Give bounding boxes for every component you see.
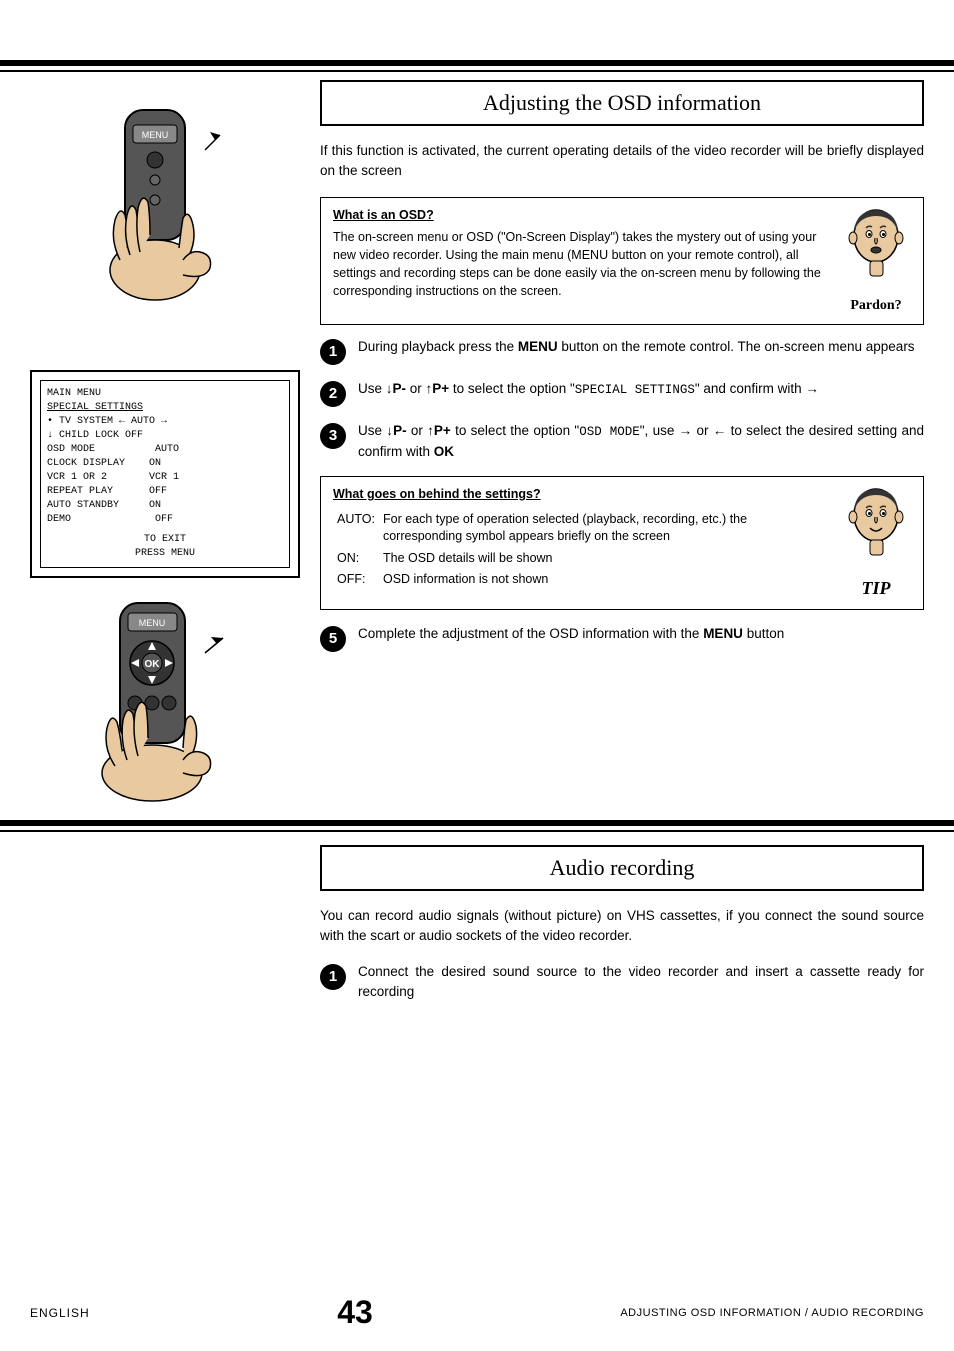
- step3-text: Use ↓P- or ↑P+ to select the option "OSD…: [358, 421, 924, 462]
- step2-pminus: P-: [393, 381, 407, 396]
- step5-text: Complete the adjustment of the OSD infor…: [358, 624, 924, 644]
- section2-step1-number: 1: [320, 964, 346, 990]
- menu-item-4: REPEAT PLAY OFF: [47, 485, 283, 499]
- section1-title-box: Adjusting the OSD information: [320, 80, 924, 126]
- tip-box-title: What goes on behind the settings?: [333, 485, 831, 503]
- footer-language: English: [30, 1306, 90, 1320]
- pardon-label: Pardon?: [850, 296, 901, 316]
- tip-label-on: ON:: [333, 548, 379, 570]
- tip-label-auto: AUTO:: [333, 509, 379, 548]
- menu-item-6: DEMO OFF: [47, 513, 283, 527]
- step3-pplus: P+: [434, 423, 451, 438]
- remote-bottom-figure: MENU OK: [65, 598, 265, 828]
- svg-text:MENU: MENU: [139, 618, 166, 628]
- step5: 5 Complete the adjustment of the OSD inf…: [320, 624, 924, 652]
- tip-row-on: ON: The OSD details will be shown: [333, 548, 831, 570]
- tip-row-off: OFF: OSD information is not shown: [333, 569, 831, 591]
- step5-number: 5: [320, 626, 346, 652]
- top-border-thick: [0, 60, 954, 66]
- pardon-figure-svg: [844, 206, 909, 296]
- osd-info-box: What is an OSD? The on-screen menu or OS…: [320, 197, 924, 325]
- menu-item-3: VCR 1 OR 2 VCR 1: [47, 471, 283, 485]
- tip-label-text: TIP: [862, 575, 891, 601]
- tip-text-off: OSD information is not shown: [379, 569, 831, 591]
- section2-border-thick: [0, 820, 954, 826]
- menu-line2: SPECIAL SETTINGS: [47, 401, 283, 415]
- menu-footer1: TO EXIT: [47, 533, 283, 547]
- menu-item-2: CLOCK DISPLAY ON: [47, 457, 283, 471]
- menu-item-5: AUTO STANDBY ON: [47, 499, 283, 513]
- step3-option: OSD MODE: [579, 425, 640, 439]
- tip-box-content: What goes on behind the settings? AUTO: …: [333, 485, 831, 601]
- step3-pminus: P-: [393, 423, 407, 438]
- svg-text:MENU: MENU: [142, 130, 169, 140]
- step2: 2 Use ↓P- or ↑P+ to select the option "S…: [320, 379, 924, 407]
- step1: 1 During playback press the MENU button …: [320, 337, 924, 365]
- footer: English 43 Adjusting OSD information / A…: [30, 1294, 924, 1331]
- section2-intro: You can record audio signals (without pi…: [320, 906, 924, 947]
- remote-top-svg: MENU: [65, 100, 265, 340]
- step2-pplus: P+: [432, 381, 449, 396]
- tip-text-auto: For each type of operation selected (pla…: [379, 509, 831, 548]
- tip-box-figure: TIP: [841, 485, 911, 601]
- step1-menu-bold: MENU: [518, 339, 558, 354]
- menu-screen-display: MAIN MENU SPECIAL SETTINGS • TV SYSTEM ←…: [30, 370, 300, 578]
- step2-option: SPECIAL SETTINGS: [575, 383, 695, 397]
- step3-number: 3: [320, 423, 346, 449]
- menu-line1: MAIN MENU: [47, 387, 283, 401]
- section2-content: Audio recording You can record audio sig…: [320, 845, 924, 1016]
- sidebar: MENU MAIN MENU SPECIAL SETTINGS • TV SYS…: [30, 80, 300, 838]
- tip-box: What goes on behind the settings? AUTO: …: [320, 476, 924, 610]
- tip-text-on: The OSD details will be shown: [379, 548, 831, 570]
- step3-ok: OK: [434, 444, 454, 459]
- osd-info-content: What is an OSD? The on-screen menu or OS…: [333, 206, 831, 316]
- menu-footer2: PRESS MENU: [47, 547, 283, 561]
- step2-number: 2: [320, 381, 346, 407]
- section2-border-thin: [0, 830, 954, 832]
- osd-info-text: The on-screen menu or OSD ("On-Screen Di…: [333, 228, 831, 301]
- tip-figure-svg: [844, 485, 909, 575]
- tip-table: AUTO: For each type of operation selecte…: [333, 509, 831, 591]
- section2-title: Audio recording: [337, 855, 907, 881]
- svg-text:OK: OK: [145, 659, 161, 670]
- section1-title: Adjusting the OSD information: [337, 90, 907, 116]
- step1-number: 1: [320, 339, 346, 365]
- step5-menu-bold: MENU: [703, 626, 743, 641]
- main-content-section1: Adjusting the OSD information If this fu…: [320, 80, 924, 666]
- footer-section-label: Adjusting OSD information / Audio record…: [620, 1307, 924, 1319]
- step1-text: During playback press the MENU button on…: [358, 337, 924, 357]
- top-border-thin: [0, 70, 954, 72]
- remote-top-figure: MENU: [65, 100, 265, 340]
- osd-info-figure: Pardon?: [841, 206, 911, 316]
- step2-text: Use ↓P- or ↑P+ to select the option "SPE…: [358, 379, 924, 400]
- tip-label-off: OFF:: [333, 569, 379, 591]
- section1-intro: If this function is activated, the curre…: [320, 141, 924, 182]
- footer-page-number: 43: [337, 1294, 373, 1331]
- menu-bullet1: • TV SYSTEM ← AUTO →: [47, 415, 283, 429]
- section2-step1-text: Connect the desired sound source to the …: [358, 962, 924, 1003]
- osd-info-title: What is an OSD?: [333, 206, 831, 224]
- section2-title-box: Audio recording: [320, 845, 924, 891]
- section2-step1: 1 Connect the desired sound source to th…: [320, 962, 924, 1003]
- menu-bullet2: ↓ CHILD LOCK OFF: [47, 429, 283, 443]
- tip-row-auto: AUTO: For each type of operation selecte…: [333, 509, 831, 548]
- step3: 3 Use ↓P- or ↑P+ to select the option "O…: [320, 421, 924, 462]
- remote-bottom-svg: MENU OK: [65, 598, 265, 818]
- menu-item-1: OSD MODE AUTO: [47, 443, 283, 457]
